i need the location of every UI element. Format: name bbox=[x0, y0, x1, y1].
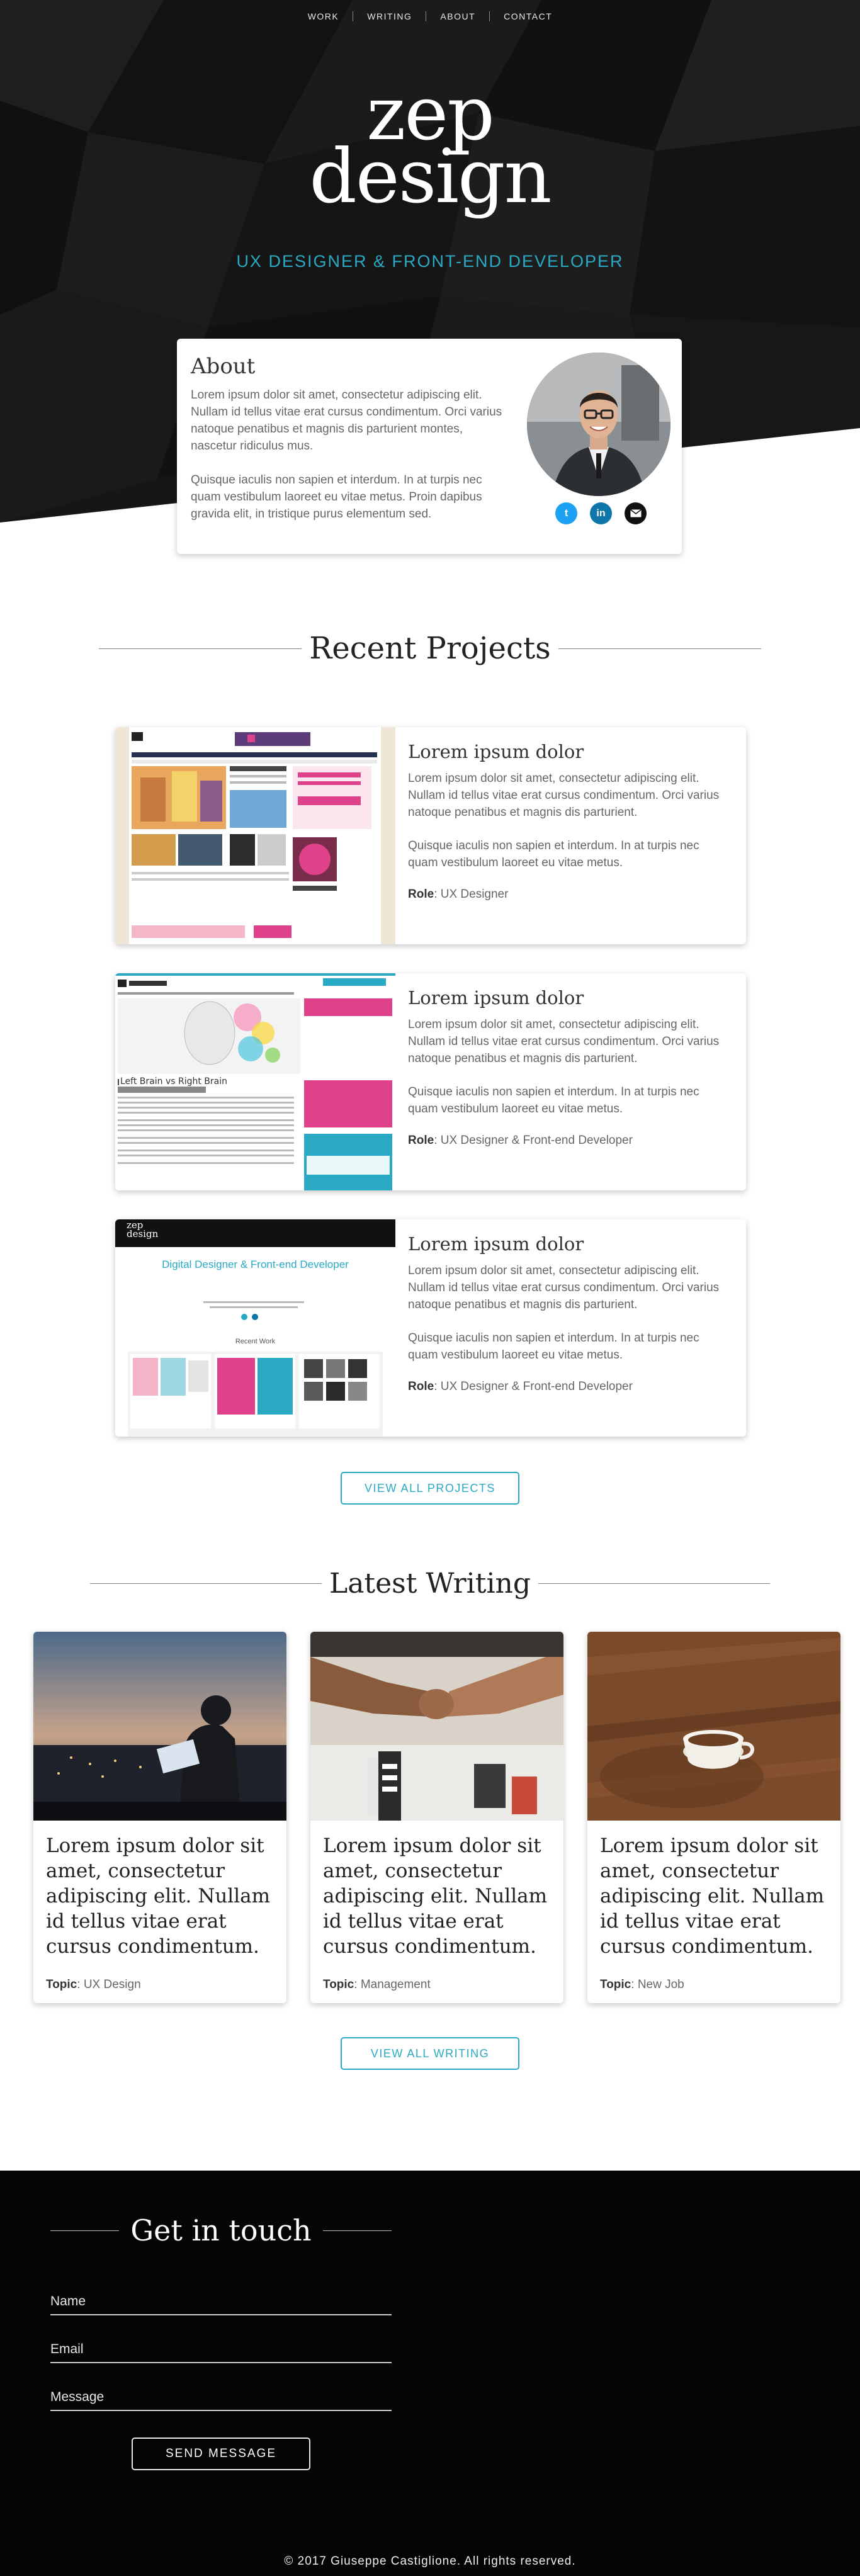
social-links: t in bbox=[555, 502, 647, 524]
post-title: Lorem ipsum dolor sit amet, consectetur … bbox=[600, 1834, 824, 1958]
about-paragraph-2: Quisque iaculis non sapien et interdum. … bbox=[191, 473, 482, 521]
twitter-icon[interactable]: t bbox=[555, 502, 577, 524]
post-card[interactable]: Lorem ipsum dolor sit amet, consectetur … bbox=[310, 1632, 563, 2003]
latest-writing-title: Latest Writing bbox=[329, 1568, 531, 1600]
fist-bump-photo bbox=[310, 1632, 563, 1821]
email-field-label: Email bbox=[50, 2342, 84, 2356]
nav-about[interactable]: ABOUT bbox=[426, 11, 489, 21]
latest-writing-heading: Latest Writing bbox=[0, 1568, 860, 1600]
project-paragraph-1: Lorem ipsum dolor sit amet, consectetur … bbox=[408, 1264, 720, 1311]
grapevine-site-screenshot bbox=[115, 727, 395, 944]
post-image bbox=[33, 1632, 286, 1821]
thumbnail-heading: Digital Designer & Front-end Developer bbox=[162, 1258, 349, 1270]
post-topic: Topic: New Job bbox=[600, 1978, 684, 1992]
about-card: About Lorem ipsum dolor sit amet, consec… bbox=[177, 339, 682, 554]
message-field-label: Message bbox=[50, 2390, 105, 2404]
role-label: Role bbox=[408, 888, 434, 901]
email-icon[interactable] bbox=[625, 502, 647, 524]
thumbnail-subheading: Recent Work bbox=[235, 1338, 276, 1345]
post-card[interactable]: Lorem ipsum dolor sit amet, consectetur … bbox=[33, 1632, 286, 2003]
divider bbox=[558, 648, 761, 649]
divider bbox=[99, 648, 302, 649]
topic-value: : UX Design bbox=[77, 1978, 141, 1991]
project-card[interactable]: Left Brain vs Right Brain Lorem ipsum do… bbox=[115, 973, 746, 1190]
recent-projects-title: Recent Projects bbox=[309, 631, 551, 666]
topic-label: Topic bbox=[600, 1978, 631, 1991]
divider bbox=[322, 2230, 392, 2231]
role-value: : UX Designer bbox=[434, 888, 509, 901]
role-label: Role bbox=[408, 1380, 434, 1393]
thumbnail-logo: zep design bbox=[127, 1221, 159, 1240]
project-role: Role: UX Designer bbox=[408, 888, 729, 901]
view-all-writing-button[interactable]: VIEW ALL WRITING bbox=[341, 2037, 519, 2070]
copyright-text: © 2017 Giuseppe Castiglione. All rights … bbox=[284, 2555, 576, 2568]
page: WORK WRITING ABOUT CONTACT zep design UX… bbox=[0, 0, 860, 2576]
post-title: Lorem ipsum dolor sit amet, consectetur … bbox=[323, 1834, 547, 1958]
project-thumbnail: zep design Digital Designer & Front-end … bbox=[115, 1219, 395, 1437]
divider bbox=[538, 1583, 771, 1584]
zep-design-site-screenshot bbox=[115, 1219, 395, 1437]
send-message-button[interactable]: SEND MESSAGE bbox=[132, 2438, 310, 2470]
topic-label: Topic bbox=[46, 1978, 77, 1991]
post-title: Lorem ipsum dolor sit amet, consectetur … bbox=[46, 1834, 270, 1958]
nav-writing[interactable]: WRITING bbox=[353, 11, 426, 21]
project-title: Lorem ipsum dolor bbox=[408, 987, 584, 1008]
nav-contact[interactable]: CONTACT bbox=[489, 11, 566, 21]
project-paragraph-2: Quisque iaculis non sapien et interdum. … bbox=[408, 1331, 699, 1362]
topic-label: Topic bbox=[323, 1978, 354, 1991]
email-field[interactable]: Email bbox=[50, 2342, 392, 2363]
name-field[interactable]: Name bbox=[50, 2294, 392, 2315]
divider bbox=[89, 1583, 322, 1584]
role-value: : UX Designer & Front-end Developer bbox=[434, 1380, 633, 1393]
name-field-label: Name bbox=[50, 2294, 86, 2308]
project-body: Lorem ipsum dolor Lorem ipsum dolor sit … bbox=[408, 1233, 729, 1394]
project-card[interactable]: zep design Digital Designer & Front-end … bbox=[115, 1219, 746, 1437]
coffee-cup-on-table-photo bbox=[587, 1632, 840, 1821]
project-card[interactable]: Lorem ipsum dolor Lorem ipsum dolor sit … bbox=[115, 727, 746, 944]
role-value: : UX Designer & Front-end Developer bbox=[434, 1134, 633, 1147]
logo-line-2: design bbox=[309, 133, 552, 220]
thumbnail-heading: Left Brain vs Right Brain bbox=[119, 1076, 229, 1087]
project-body: Lorem ipsum dolor Lorem ipsum dolor sit … bbox=[408, 987, 729, 1148]
linkedin-icon[interactable]: in bbox=[590, 502, 612, 524]
post-topic: Topic: UX Design bbox=[46, 1978, 141, 1992]
city-night-laptop-photo bbox=[33, 1632, 286, 1821]
post-card[interactable]: Lorem ipsum dolor sit amet, consectetur … bbox=[587, 1632, 840, 2003]
about-paragraph-1: Lorem ipsum dolor sit amet, consectetur … bbox=[191, 388, 502, 453]
project-paragraph-1: Lorem ipsum dolor sit amet, consectetur … bbox=[408, 1018, 720, 1065]
project-paragraph-2: Quisque iaculis non sapien et interdum. … bbox=[408, 1085, 699, 1116]
post-topic: Topic: Management bbox=[323, 1978, 431, 1992]
view-all-projects-button[interactable]: VIEW ALL PROJECTS bbox=[341, 1472, 519, 1505]
nav-work[interactable]: WORK bbox=[294, 11, 353, 21]
topic-value: : Management bbox=[354, 1978, 431, 1991]
top-nav: WORK WRITING ABOUT CONTACT bbox=[0, 11, 860, 21]
message-field[interactable]: Message bbox=[50, 2390, 392, 2411]
post-image bbox=[587, 1632, 840, 1821]
topic-value: : New Job bbox=[631, 1978, 684, 1991]
hero-tagline: UX DESIGNER & FRONT-END DEVELOPER bbox=[236, 252, 624, 271]
project-paragraph-1: Lorem ipsum dolor sit amet, consectetur … bbox=[408, 772, 720, 819]
project-role: Role: UX Designer & Front-end Developer bbox=[408, 1134, 729, 1148]
divider bbox=[50, 2230, 120, 2231]
project-title: Lorem ipsum dolor bbox=[408, 1233, 584, 1255]
recent-projects-heading: Recent Projects bbox=[0, 631, 860, 666]
project-body: Lorem ipsum dolor Lorem ipsum dolor sit … bbox=[408, 741, 729, 901]
thumbnail-logo-line-2: design bbox=[127, 1228, 159, 1240]
project-role: Role: UX Designer & Front-end Developer bbox=[408, 1380, 729, 1394]
post-image bbox=[310, 1632, 563, 1821]
avatar-portrait bbox=[527, 353, 670, 496]
get-in-touch-title: Get in touch bbox=[130, 2213, 312, 2247]
avatar bbox=[527, 353, 670, 496]
get-in-touch-heading: Get in touch bbox=[50, 2213, 392, 2247]
project-thumbnail bbox=[115, 727, 395, 944]
project-paragraph-2: Quisque iaculis non sapien et interdum. … bbox=[408, 839, 699, 869]
site-logo[interactable]: zep design bbox=[0, 76, 860, 220]
project-thumbnail: Left Brain vs Right Brain bbox=[115, 973, 395, 1190]
role-label: Role bbox=[408, 1134, 434, 1147]
project-title: Lorem ipsum dolor bbox=[408, 741, 584, 762]
